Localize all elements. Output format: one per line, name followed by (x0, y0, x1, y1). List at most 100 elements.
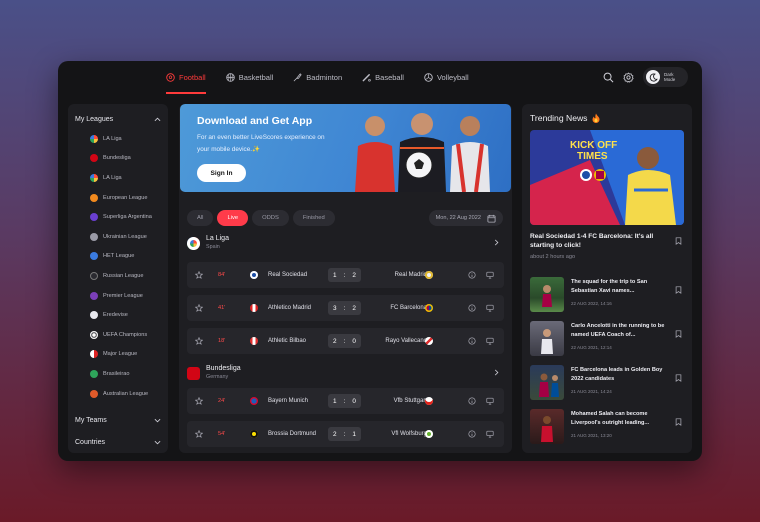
bookmark-icon[interactable] (675, 418, 682, 426)
news-item[interactable]: The squad for the trip to San Sebastian … (530, 277, 684, 313)
bookmark-icon[interactable] (675, 237, 682, 245)
trending-news-panel: Trending News KICK OFF TIMES Real Socied… (522, 104, 692, 453)
vfb-stuttgart-crest-icon (425, 397, 433, 405)
my-teams-header[interactable]: My Teams (75, 409, 161, 431)
sidebar-item-label: Superliga Argentina (103, 214, 152, 221)
match-minute: 84' (218, 272, 226, 278)
gear-icon[interactable] (623, 72, 634, 83)
tv-icon[interactable] (486, 337, 494, 345)
svg-text:TIMES: TIMES (577, 151, 608, 162)
league-country: Spain (206, 244, 220, 250)
my-leagues-title: My Leagues (75, 115, 114, 123)
dark-mode-label: Dark Mode (664, 72, 676, 82)
match-row[interactable]: 24' Bayern Munich 1:0 Vfb Stuttgart (187, 388, 504, 414)
info-icon[interactable] (468, 337, 476, 345)
filter-all[interactable]: All (187, 210, 214, 226)
laliga-logo-icon (90, 173, 98, 182)
info-icon[interactable] (468, 430, 476, 438)
match-minute: 24' (218, 398, 226, 404)
news-date: 22 AUG 2021, 12:14 (571, 345, 612, 350)
tab-label: Volleyball (436, 73, 469, 82)
news-item[interactable]: Carlo Ancelotti in the running to be nam… (530, 321, 684, 357)
news-thumbnail (530, 409, 564, 444)
star-icon[interactable] (195, 397, 203, 405)
real-sociedad-crest-icon (250, 271, 258, 279)
my-leagues-header[interactable]: My Leagues (75, 112, 161, 126)
sidebar-item-russian-league[interactable]: Russian League (75, 266, 161, 286)
score: 3:2 (328, 301, 361, 315)
home-team: Real Sociedad (268, 272, 308, 278)
news-item[interactable]: FC Barcelona leads in Golden Boy 2022 ca… (530, 365, 684, 401)
score: 2:1 (328, 427, 361, 441)
news-thumbnail (530, 321, 564, 356)
league-header-laliga[interactable]: La Liga Spain (187, 232, 504, 254)
search-icon[interactable] (603, 72, 614, 83)
date-picker[interactable]: Mon, 22 Aug 2022 (428, 210, 503, 226)
home-score: 2 (333, 430, 337, 438)
major-league-logo-icon (90, 350, 98, 359)
sidebar-item-het-league[interactable]: HET League (75, 247, 161, 267)
sidebar-item-premier-league[interactable]: Premier League (75, 286, 161, 306)
sidebar-item-label: Ukrainian League (103, 233, 147, 240)
sidebar-item-laliga-2[interactable]: LA Liga (75, 168, 161, 188)
filter-finished[interactable]: Finished (292, 210, 335, 226)
countries-header[interactable]: Countries (75, 431, 161, 453)
tv-icon[interactable] (486, 304, 494, 312)
chevron-right-icon (494, 239, 499, 246)
sidebar-item-superliga-argentina[interactable]: Superliga Argentina (75, 207, 161, 227)
sidebar-item-label: Premier League (103, 292, 143, 299)
sidebar-item-eredevise[interactable]: Eredevise (75, 305, 161, 325)
sidebar-item-major-league[interactable]: Major League (75, 345, 161, 365)
news-item[interactable]: Mohamed Salah can become Liverpool's out… (530, 409, 684, 445)
featured-news-image[interactable]: KICK OFF TIMES (530, 130, 684, 225)
filter-live[interactable]: Live (217, 210, 249, 226)
tv-icon[interactable] (486, 397, 494, 405)
match-row[interactable]: 41' Athletico Madrid 3:2 FC Barcelona (187, 295, 504, 321)
sidebar-item-uefa-champions[interactable]: UEFA Champions (75, 325, 161, 345)
bookmark-icon[interactable] (675, 330, 682, 338)
tv-icon[interactable] (486, 271, 494, 279)
away-team: Rayo Vallecano (385, 338, 427, 344)
featured-news-title[interactable]: Real Sociedad 1-4 FC Barcelona: It's all… (530, 232, 660, 250)
filter-odds[interactable]: ODDS (252, 210, 289, 226)
star-icon[interactable] (195, 430, 203, 438)
sidebar-item-australian-league[interactable]: Australian League (75, 384, 161, 404)
match-row[interactable]: 18' Athletic Bilbao 2:0 Rayo Vallecano (187, 328, 504, 354)
sidebar-item-laliga[interactable]: LA Liga (75, 129, 161, 149)
match-row[interactable]: 84' Real Sociedad 1:2 Real Madrid (187, 262, 504, 288)
sidebar: My Leagues LA Liga Bundesliga LA Liga Eu… (68, 104, 168, 453)
info-icon[interactable] (468, 304, 476, 312)
match-row[interactable]: 54' Brossia Dortmund 2:1 Vfl Wolfsburg (187, 421, 504, 447)
fire-icon (592, 113, 600, 123)
home-score: 2 (333, 337, 337, 345)
star-icon[interactable] (195, 337, 203, 345)
tab-baseball[interactable]: Baseball (362, 61, 404, 94)
sign-in-button[interactable]: Sign In (197, 164, 246, 182)
dark-mode-toggle[interactable]: Dark Mode (643, 67, 688, 87)
tv-icon[interactable] (486, 430, 494, 438)
match-filters: All Live ODDS Finished (187, 210, 335, 226)
brasileirao-logo-icon (90, 369, 98, 378)
sidebar-item-european-league[interactable]: European League (75, 188, 161, 208)
news-date: 22 AUG 2022, 14:16 (571, 301, 612, 306)
star-icon[interactable] (195, 304, 203, 312)
tab-badminton[interactable]: Badminton (293, 61, 342, 94)
news-date: 21 AUG 2021, 14:24 (571, 389, 612, 394)
tab-football[interactable]: Football (166, 61, 206, 94)
atletico-madrid-crest-icon (250, 304, 258, 312)
russian-league-logo-icon (90, 271, 98, 280)
sidebar-item-bundesliga[interactable]: Bundesliga (75, 149, 161, 169)
sidebar-item-brasileirao[interactable]: Brasileirao (75, 364, 161, 384)
tab-label: Basketball (238, 73, 274, 82)
sidebar-item-ukrainian-league[interactable]: Ukrainian League (75, 227, 161, 247)
star-icon[interactable] (195, 271, 203, 279)
sidebar-item-label: Russian League (103, 272, 144, 279)
info-icon[interactable] (468, 271, 476, 279)
tab-volleyball[interactable]: Volleyball (424, 61, 469, 94)
tab-basketball[interactable]: Basketball (225, 61, 274, 94)
league-header-bundesliga[interactable]: Bundesliga Germany (187, 362, 504, 384)
info-icon[interactable] (468, 397, 476, 405)
news-title: The squad for the trip to San Sebastian … (571, 279, 648, 295)
bookmark-icon[interactable] (675, 286, 682, 294)
bookmark-icon[interactable] (675, 374, 682, 382)
